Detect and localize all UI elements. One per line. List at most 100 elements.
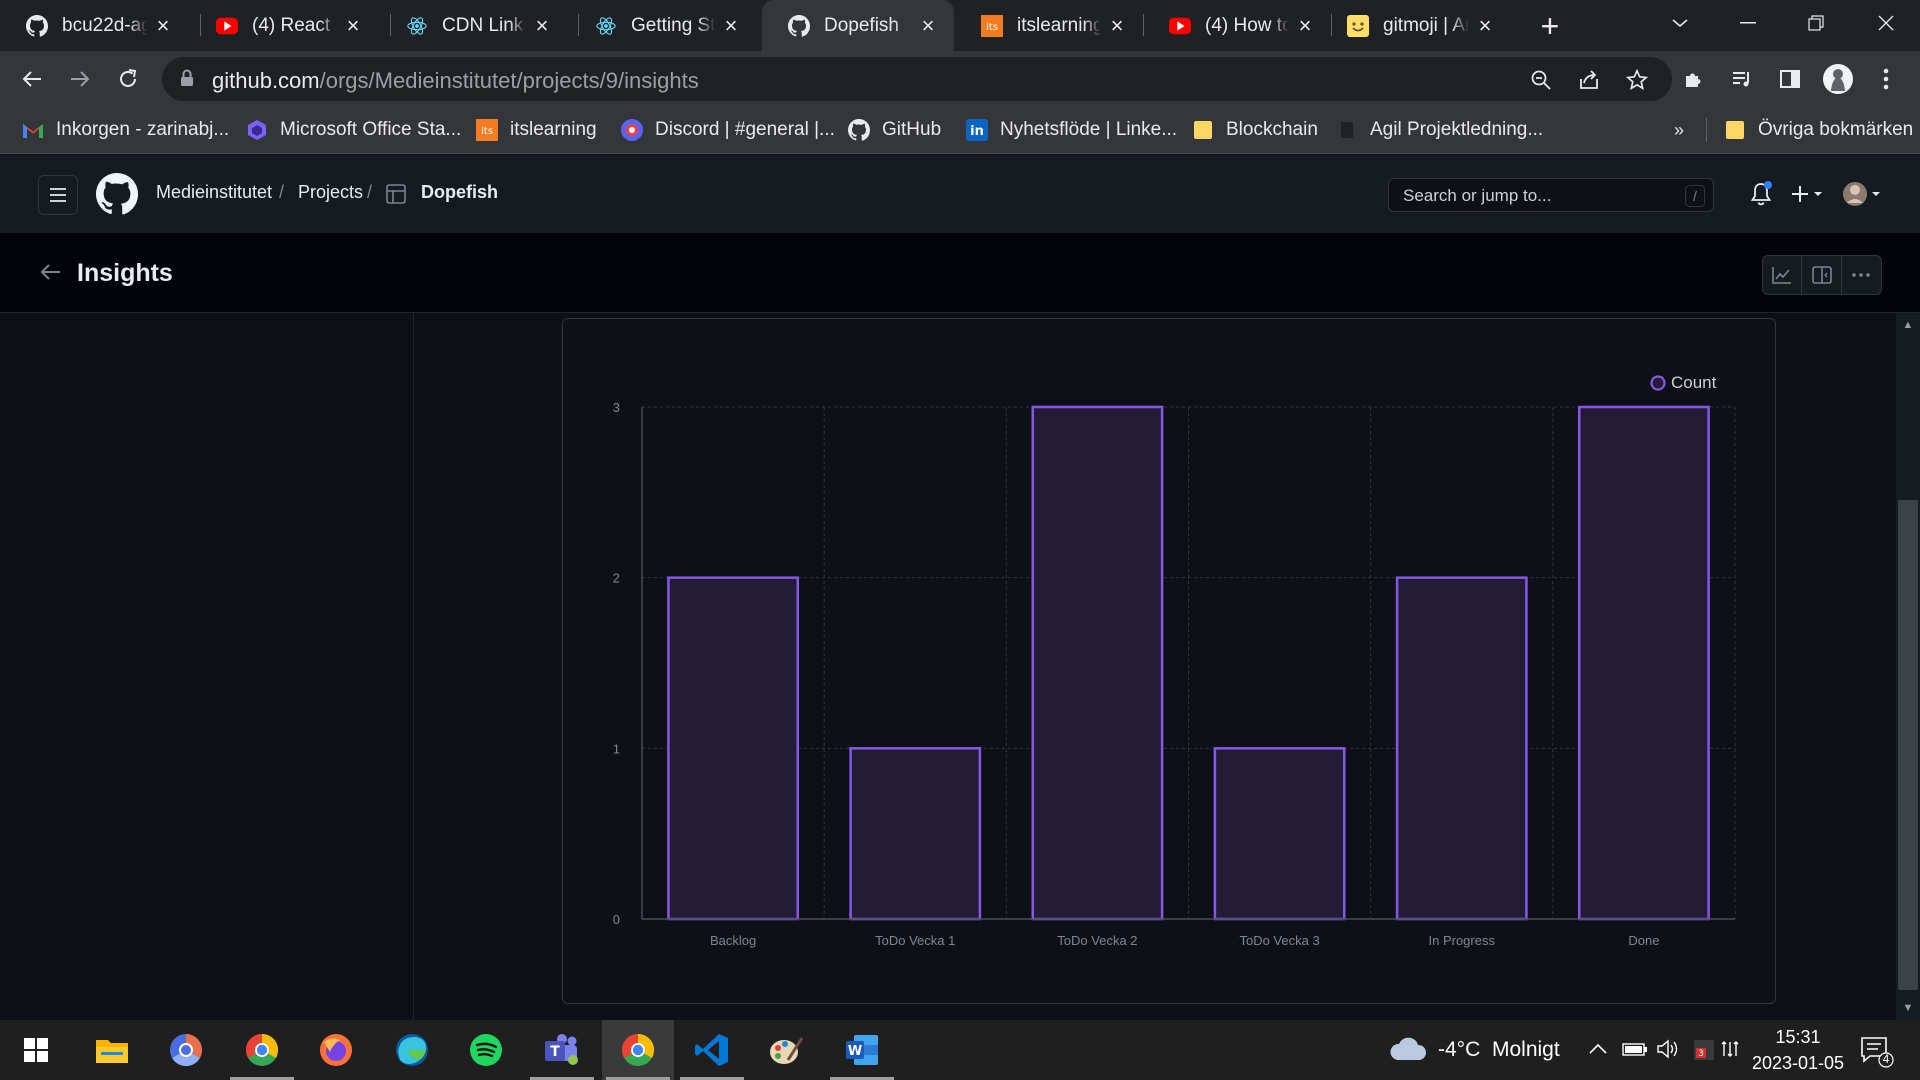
forward-button[interactable] [60,59,100,99]
antivirus-tray-icon[interactable]: 3 [1692,1038,1716,1067]
bar[interactable] [849,747,982,921]
bar[interactable] [1213,747,1346,921]
bookmark-item[interactable]: in Nyhetsflöde | Linke... [966,116,1177,144]
tab-close-icon[interactable]: × [341,13,365,38]
notifications-bell-icon[interactable] [1748,181,1774,212]
bar[interactable] [1031,405,1164,921]
tab-close-icon[interactable]: × [1293,13,1317,38]
media-control-icon[interactable] [1722,59,1762,99]
tray-chevron-up-icon[interactable] [1588,1042,1608,1061]
bookmark-star-icon[interactable] [1624,67,1650,93]
browser-tab[interactable]: (4) How to × [1143,0,1331,51]
browser-tab[interactable]: bcu22d-agil × [0,0,189,51]
file-explorer-icon[interactable] [76,1020,148,1080]
browser-tab[interactable]: (4) React Co × [190,0,379,51]
profile-avatar[interactable] [1818,59,1858,99]
bookmark-label: Nyhetsflöde | Linke... [1000,119,1178,140]
github-logo-icon[interactable] [96,173,139,220]
teams-icon[interactable]: T [526,1020,598,1080]
chrome-icon[interactable] [602,1020,674,1080]
action-center-icon[interactable]: 4 [1856,1034,1896,1068]
chromium-icon[interactable] [150,1020,222,1080]
tab-close-icon[interactable]: × [1473,13,1497,38]
y-tick-label: 3 [613,400,620,415]
windows-start-icon[interactable] [0,1020,72,1080]
more-options-icon[interactable] [1842,256,1881,294]
user-avatar-dropdown[interactable] [1840,177,1884,211]
bookmark-item[interactable]: Inkorgen - zarinabj... [22,116,229,144]
breadcrumb-org-link[interactable]: Medieinstitutet [156,182,272,203]
tab-close-icon[interactable]: × [1105,13,1129,38]
legend-label: Count [1671,373,1717,392]
tab-close-icon[interactable]: × [719,13,743,38]
browser-tab[interactable]: Getting Star × [569,0,757,51]
minimize-window-button[interactable] [1714,0,1782,45]
scroll-up-icon[interactable]: ▲ [1900,317,1916,333]
weather-cloud-icon[interactable] [1388,1034,1428,1069]
battery-icon[interactable] [1622,1040,1648,1063]
bookmark-item[interactable]: Discord | #general |... [621,116,835,144]
chart-bars [667,405,1710,921]
vscode-icon[interactable] [676,1020,748,1080]
bookmark-label: GitHub [882,119,942,140]
edge-icon[interactable] [376,1020,448,1080]
bookmark-item[interactable]: GitHub [848,116,941,144]
paint-icon[interactable] [750,1020,822,1080]
search-input[interactable]: Search or jump to... / [1388,178,1714,212]
other-bookmarks-folder[interactable]: Övriga bokmärken [1724,116,1913,144]
bar[interactable] [1395,576,1528,921]
weather-temperature[interactable]: -4°C [1438,1038,1480,1062]
chrome-icon[interactable] [226,1020,298,1080]
zoom-icon[interactable] [1528,67,1554,93]
reload-button[interactable] [108,59,148,99]
scrollbar-thumb[interactable] [1898,500,1918,990]
browser-tab[interactable]: CDN Links - × [380,0,568,51]
browser-tab-strip: bcu22d-agil × (4) React Co × CDN Links -… [0,0,1920,51]
bar[interactable] [1577,405,1710,921]
side-panel-icon[interactable] [1770,59,1810,99]
chart-line-icon[interactable] [1763,256,1803,294]
bookmark-item[interactable]: its itslearning [476,116,597,144]
bookmark-folder[interactable]: Blockchain [1192,116,1318,144]
chart-legend[interactable]: Count [1650,373,1717,392]
tab-close-icon[interactable]: × [916,13,940,38]
bar[interactable] [667,576,800,921]
back-button[interactable] [12,59,52,99]
browser-tab[interactable]: its itslearning × [955,0,1143,51]
tab-search-chevron-icon[interactable] [1646,0,1714,45]
system-clock[interactable]: 15:31 2023-01-05 [1738,1024,1858,1076]
clock-date: 2023-01-05 [1751,1053,1845,1073]
extensions-icon[interactable] [1674,59,1714,99]
bookmark-label: Blockchain [1226,119,1318,140]
browser-menu-icon[interactable] [1866,59,1906,99]
firefox-icon[interactable] [300,1020,372,1080]
address-bar[interactable]: github.com/orgs/Medieinstitutet/projects… [162,57,1672,101]
search-shortcut-key: / [1685,185,1705,207]
create-new-dropdown[interactable] [1790,181,1826,207]
bookmark-item[interactable]: Microsoft Office Sta... [246,116,461,144]
sidebar-toggle-icon[interactable] [1802,256,1842,294]
bookmark-item[interactable]: Agil Projektledning... [1336,116,1543,144]
restore-window-button[interactable] [1782,0,1850,45]
notification-count: 4 [1882,1052,1890,1066]
new-tab-button[interactable]: + [1532,8,1568,44]
hamburger-menu-button[interactable] [38,175,78,215]
breadcrumb-project-link[interactable]: Dopefish [421,182,498,203]
volume-icon[interactable] [1656,1039,1680,1064]
bookmark-label: Microsoft Office Sta... [280,119,462,140]
browser-tab[interactable]: gitmoji | An × [1321,0,1511,51]
browser-tab-active[interactable]: Dopefish × [762,0,954,51]
tab-close-icon[interactable]: × [530,13,554,38]
spotify-icon[interactable] [450,1020,522,1080]
share-icon[interactable] [1576,67,1602,93]
bookmarks-overflow-button[interactable]: » [1674,116,1684,144]
word-icon[interactable]: W [826,1020,898,1080]
tab-close-icon[interactable]: × [151,13,175,38]
close-window-button[interactable] [1852,0,1920,45]
back-arrow-icon[interactable] [38,259,64,290]
weather-description[interactable]: Molnigt [1492,1038,1560,1062]
breadcrumb-projects-link[interactable]: Projects [298,182,363,203]
scroll-down-icon[interactable]: ▼ [1900,1000,1916,1016]
folder-icon [1724,119,1746,141]
svg-text:in: in [970,124,984,139]
